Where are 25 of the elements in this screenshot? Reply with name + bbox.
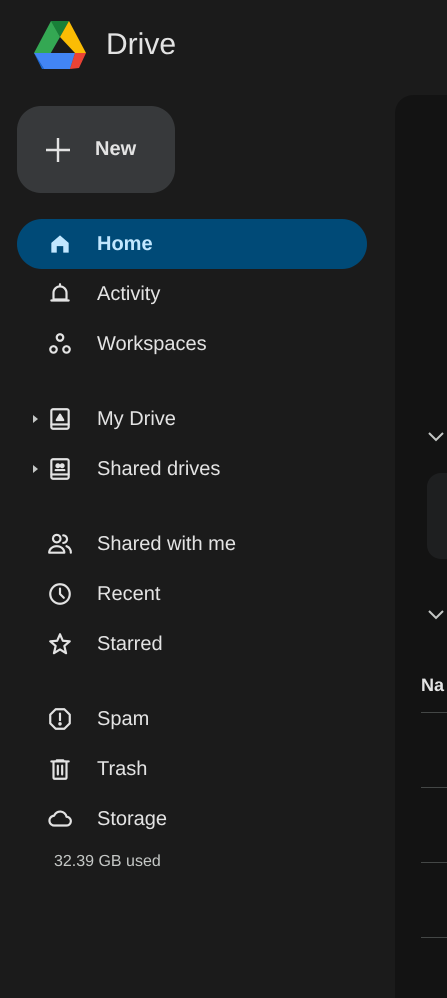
nav-item[interactable]: Recent bbox=[17, 569, 367, 619]
nav-item[interactable]: Activity bbox=[17, 269, 367, 319]
column-heading[interactable]: Na bbox=[421, 675, 447, 696]
nav-item[interactable]: Trash bbox=[17, 744, 367, 794]
new-button[interactable]: New bbox=[17, 106, 175, 193]
caret-icon[interactable] bbox=[33, 415, 38, 423]
drive-logo-icon bbox=[32, 19, 88, 71]
nav-item[interactable]: Starred bbox=[17, 619, 367, 669]
nav-item[interactable]: My Drive bbox=[17, 394, 367, 444]
nav-item[interactable]: Spam bbox=[17, 694, 367, 744]
caret-icon[interactable] bbox=[33, 465, 38, 473]
chevron-down-icon[interactable] bbox=[427, 609, 445, 621]
nav-item[interactable]: Storage bbox=[17, 794, 367, 844]
people-icon bbox=[47, 531, 73, 557]
warning-icon bbox=[47, 706, 73, 732]
plus-icon bbox=[45, 136, 71, 162]
chevron-down-icon[interactable] bbox=[427, 431, 445, 443]
app-title: Drive bbox=[106, 30, 176, 60]
nav-item[interactable]: Shared with me bbox=[17, 519, 367, 569]
nav-item[interactable]: Workspaces bbox=[17, 319, 367, 369]
star-icon bbox=[47, 631, 73, 657]
nav-item[interactable]: Shared drives bbox=[17, 444, 367, 494]
nav-item[interactable]: Home bbox=[17, 219, 367, 269]
clock-icon bbox=[47, 581, 73, 607]
storage-usage: 32.39 GB used bbox=[54, 853, 162, 871]
